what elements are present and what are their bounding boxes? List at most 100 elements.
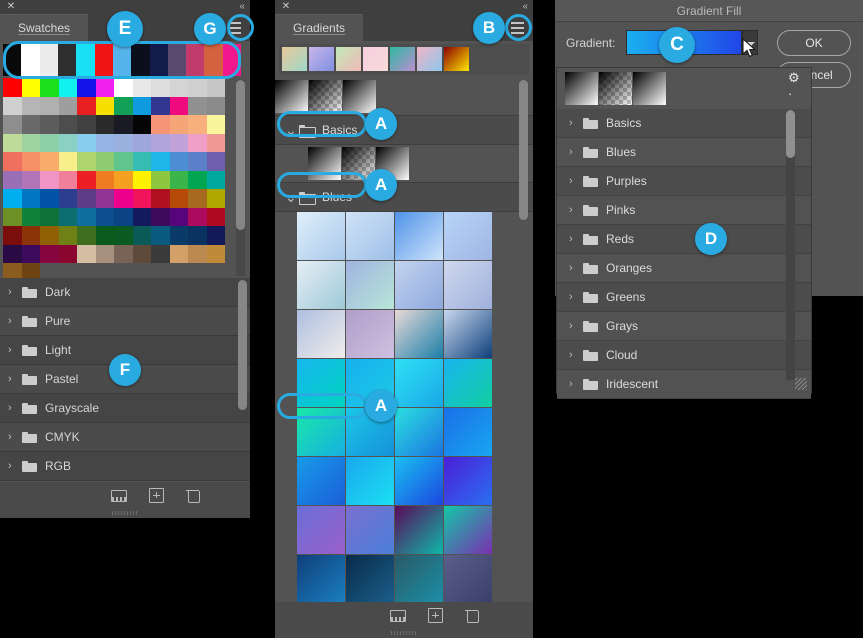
swatch-80[interactable] [151, 189, 170, 208]
picker-group-row[interactable]: › Oranges [557, 254, 811, 283]
swatch-50[interactable] [40, 152, 59, 171]
gradient-swatch-18[interactable] [395, 408, 443, 456]
swatch-21[interactable] [169, 96, 188, 115]
swatch-118[interactable] [188, 244, 207, 263]
trash-icon[interactable] [465, 608, 479, 623]
swatch-8[interactable] [151, 78, 170, 97]
swatch-71[interactable] [206, 170, 225, 189]
swatch-group-row[interactable]: › RGB [0, 452, 250, 481]
resize-grip-icon[interactable] [795, 378, 807, 390]
swatch-104[interactable] [151, 226, 170, 245]
swatch-109[interactable] [21, 244, 40, 263]
picker-group-row[interactable]: › Greens [557, 283, 811, 312]
close-icon[interactable]: ✕ [6, 2, 16, 12]
gradient-picker-scrollbar[interactable] [786, 110, 795, 158]
picker-group-row[interactable]: › Purples [557, 167, 811, 196]
gradient-group-row[interactable]: ⌄ Basics [275, 115, 533, 145]
swatches-hamburger-menu-icon[interactable] [224, 19, 244, 37]
chevron-right-icon[interactable]: › [8, 402, 22, 414]
new-gradient-plus-icon[interactable] [428, 607, 443, 623]
swatch-73[interactable] [21, 189, 40, 208]
swatch-group-row[interactable]: › CMYK [0, 423, 250, 452]
swatch-33[interactable] [169, 115, 188, 134]
gradient-swatch-0[interactable] [297, 212, 345, 260]
gradient-group-row[interactable]: ⌄ Blues [275, 182, 533, 212]
gradient-swatch-23[interactable] [444, 457, 492, 505]
chevron-right-icon[interactable]: › [8, 286, 22, 298]
swatch-100[interactable] [77, 226, 96, 245]
swatch-44[interactable] [151, 133, 170, 152]
swatch-29[interactable] [95, 115, 114, 134]
swatch-108[interactable] [3, 244, 22, 263]
chevron-right-icon[interactable]: › [569, 175, 583, 187]
gradient-swatch-31[interactable] [444, 555, 492, 603]
swatch-101[interactable] [95, 226, 114, 245]
ok-button[interactable]: OK [777, 30, 851, 56]
swatch-9[interactable] [169, 78, 188, 97]
recent-swatch-7[interactable] [131, 44, 150, 76]
swatch-51[interactable] [58, 152, 77, 171]
recent-gradient-5[interactable] [417, 47, 442, 71]
swatch-58[interactable] [188, 152, 207, 171]
tab-gradients[interactable]: Gradients [275, 14, 364, 41]
swatch-105[interactable] [169, 226, 188, 245]
gradient-thumb-1[interactable] [309, 80, 342, 113]
gradient-swatch-8[interactable] [297, 310, 345, 358]
gradient-thumb-2[interactable] [343, 80, 376, 113]
swatch-95[interactable] [206, 207, 225, 226]
swatch-15[interactable] [58, 96, 77, 115]
swatch-115[interactable] [132, 244, 151, 263]
swatch-42[interactable] [114, 133, 133, 152]
gradient-swatch-4[interactable] [297, 261, 345, 309]
picker-thumb-1[interactable] [599, 72, 632, 105]
chevron-right-icon[interactable]: › [8, 460, 22, 472]
swatch-38[interactable] [40, 133, 59, 152]
swatch-121[interactable] [21, 263, 40, 278]
gradient-swatch-25[interactable] [346, 506, 394, 554]
close-icon[interactable]: ✕ [281, 2, 291, 12]
recent-swatch-9[interactable] [167, 44, 187, 76]
swatch-28[interactable] [77, 115, 96, 134]
swatch-76[interactable] [77, 189, 96, 208]
picker-thumb-2[interactable] [633, 72, 666, 105]
picker-group-row[interactable]: › Cloud [557, 341, 811, 370]
swatch-89[interactable] [95, 207, 114, 226]
new-swatch-plus-icon[interactable] [149, 487, 164, 503]
swatch-13[interactable] [21, 96, 40, 115]
picker-group-row[interactable]: › Iridescent [557, 370, 811, 399]
picker-group-row[interactable]: › Basics [557, 109, 811, 138]
chevron-right-icon[interactable]: › [569, 233, 583, 245]
picker-group-row[interactable]: › Pinks [557, 196, 811, 225]
swatch-7[interactable] [132, 78, 151, 97]
gradient-swatch-15[interactable] [444, 359, 492, 407]
recent-swatch-2[interactable] [39, 44, 58, 76]
swatch-62[interactable] [40, 170, 59, 189]
recent-gradient-1[interactable] [309, 47, 334, 71]
swatches-grid-scrollbar[interactable] [236, 80, 245, 276]
swatch-31[interactable] [132, 115, 151, 134]
swatch-88[interactable] [77, 207, 96, 226]
swatch-119[interactable] [206, 244, 225, 263]
gradient-swatch-26[interactable] [395, 506, 443, 554]
swatch-69[interactable] [169, 170, 188, 189]
swatch-1[interactable] [21, 78, 40, 97]
gradient-swatch-1[interactable] [346, 212, 394, 260]
chevron-right-icon[interactable]: › [569, 146, 583, 158]
swatch-26[interactable] [40, 115, 59, 134]
chevron-down-icon[interactable]: ⌄ [285, 123, 299, 137]
swatch-3[interactable] [58, 78, 77, 97]
chevron-right-icon[interactable]: › [8, 431, 22, 443]
swatch-97[interactable] [21, 226, 40, 245]
recent-gradient-6[interactable] [444, 47, 469, 71]
swatch-86[interactable] [40, 207, 59, 226]
gradient-swatch-21[interactable] [346, 457, 394, 505]
recent-gradient-4[interactable] [390, 47, 415, 71]
swatch-49[interactable] [21, 152, 40, 171]
gradient-swatch-19[interactable] [444, 408, 492, 456]
recent-swatch-8[interactable] [149, 44, 168, 76]
swatch-18[interactable] [114, 96, 133, 115]
gradients-panel-resize-grip[interactable] [275, 628, 533, 638]
swatch-99[interactable] [58, 226, 77, 245]
collapse-arrows-icon[interactable]: « [239, 1, 244, 12]
chevron-right-icon[interactable]: › [569, 262, 583, 274]
